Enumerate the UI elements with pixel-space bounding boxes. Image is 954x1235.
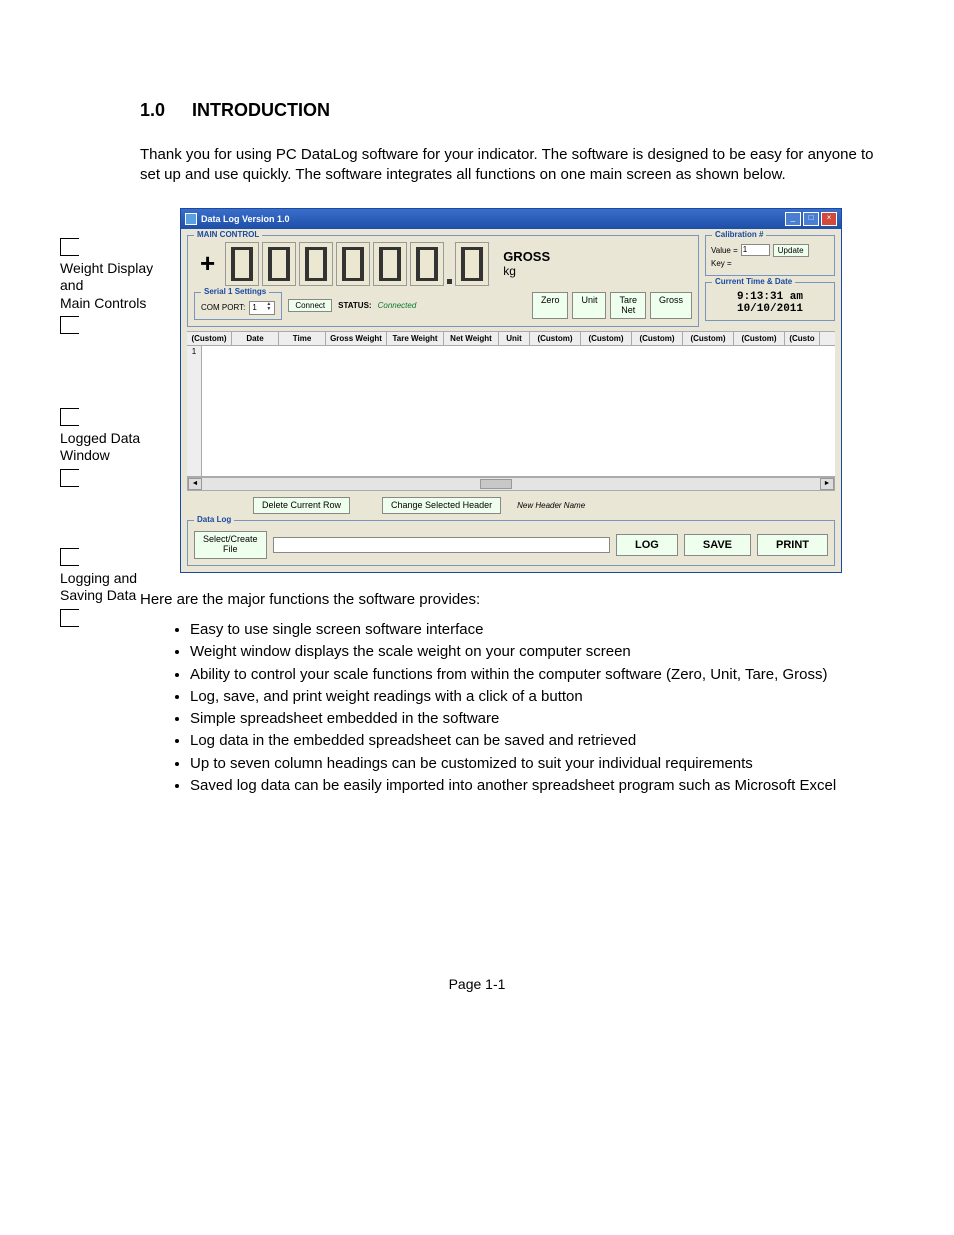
select-file-button[interactable]: Select/CreateFile <box>194 531 267 559</box>
decimal-dot <box>447 279 452 284</box>
timedate-label: Current Time & Date <box>712 277 795 286</box>
horizontal-scrollbar[interactable]: ◄ ► <box>187 477 835 491</box>
minimize-button[interactable]: _ <box>785 212 801 226</box>
window-title: Data Log Version 1.0 <box>201 214 785 224</box>
scroll-left-arrow[interactable]: ◄ <box>188 478 202 490</box>
timedate-group: Current Time & Date 9:13:31 am 10/10/201… <box>705 282 835 321</box>
save-button[interactable]: SAVE <box>684 534 751 556</box>
calib-value-input[interactable]: 1 <box>741 244 770 256</box>
column-header[interactable]: Unit <box>499 332 530 345</box>
maximize-button[interactable]: □ <box>803 212 819 226</box>
serial-group-label: Serial 1 Settings <box>201 287 269 296</box>
datalog-label: Data Log <box>194 515 234 524</box>
digit <box>299 242 333 286</box>
column-header[interactable]: Net Weight <box>444 332 499 345</box>
com-port-label: COM PORT: <box>201 303 245 312</box>
status-label: STATUS: <box>338 301 371 310</box>
feature-item: Simple spreadsheet embedded in the softw… <box>190 709 894 729</box>
callout-column: Weight Display andMain Controls Logged D… <box>60 208 180 574</box>
close-button[interactable]: × <box>821 212 837 226</box>
page-footer: Page 1-1 <box>60 976 894 992</box>
column-header[interactable]: (Custom) <box>530 332 581 345</box>
update-button[interactable]: Update <box>773 244 809 257</box>
section-number: 1.0 <box>140 100 192 121</box>
main-control-label: MAIN CONTROL <box>194 230 262 239</box>
status-value: Connected <box>378 301 417 310</box>
feature-item: Ability to control your scale functions … <box>190 665 894 685</box>
calib-value-label: Value = <box>711 246 738 255</box>
current-date: 10/10/2011 <box>711 303 829 315</box>
weight-sign: + <box>200 248 215 279</box>
section-heading: 1.0 INTRODUCTION <box>140 100 894 121</box>
change-header-button[interactable]: Change Selected Header <box>382 497 501 515</box>
scroll-right-arrow[interactable]: ► <box>820 478 834 490</box>
zero-button[interactable]: Zero <box>532 292 569 320</box>
serial-settings-group: Serial 1 Settings COM PORT: 1 ▲▼ <box>194 292 282 320</box>
digit <box>455 242 489 286</box>
data-grid: (Custom)DateTimeGross WeightTare WeightN… <box>187 331 835 491</box>
digit <box>336 242 370 286</box>
gross-label: GROSS <box>503 249 550 264</box>
title-bar: Data Log Version 1.0 _ □ × <box>181 209 841 229</box>
new-header-label: New Header Name <box>517 501 585 510</box>
column-header[interactable]: (Custom) <box>683 332 734 345</box>
scroll-thumb[interactable] <box>480 479 512 489</box>
app-window: Data Log Version 1.0 _ □ × MAIN CONTROL … <box>180 208 842 574</box>
section-title: INTRODUCTION <box>192 100 330 121</box>
main-control-group: MAIN CONTROL + <box>187 235 699 327</box>
column-header[interactable]: (Custom) <box>734 332 785 345</box>
digit <box>410 242 444 286</box>
column-header[interactable]: Tare Weight <box>387 332 444 345</box>
calibration-group: Calibration # Value = 1 Update Key = <box>705 235 835 276</box>
features-intro: Here are the major functions the softwar… <box>140 591 894 608</box>
digit <box>262 242 296 286</box>
callout-1: Weight Display andMain Controls <box>60 260 180 313</box>
feature-item: Up to seven column headings can be custo… <box>190 754 894 774</box>
feature-item: Weight window displays the scale weight … <box>190 642 894 662</box>
datalog-group: Data Log Select/CreateFile LOG SAVE PRIN… <box>187 520 835 566</box>
calibration-label: Calibration # <box>712 230 766 239</box>
delete-row-button[interactable]: Delete Current Row <box>253 497 350 515</box>
file-path-input[interactable] <box>273 537 610 553</box>
tare-button[interactable]: TareNet <box>610 292 646 320</box>
unit-button[interactable]: Unit <box>572 292 606 320</box>
column-header[interactable]: (Custom) <box>187 332 232 345</box>
calib-key-label: Key = <box>711 259 732 268</box>
feature-item: Saved log data can be easily imported in… <box>190 776 894 796</box>
column-header[interactable]: Gross Weight <box>326 332 387 345</box>
digit <box>225 242 259 286</box>
feature-item: Easy to use single screen software inter… <box>190 620 894 640</box>
weight-display <box>225 242 489 286</box>
features-list: Easy to use single screen software inter… <box>190 620 894 796</box>
digit <box>373 242 407 286</box>
gross-button[interactable]: Gross <box>650 292 692 320</box>
column-header[interactable]: (Custom) <box>632 332 683 345</box>
connect-button[interactable]: Connect <box>288 299 332 312</box>
callout-3: Logging and Saving Data <box>60 570 180 605</box>
feature-item: Log data in the embedded spreadsheet can… <box>190 731 894 751</box>
com-port-spinner[interactable]: 1 ▲▼ <box>249 301 275 315</box>
log-button[interactable]: LOG <box>616 534 678 556</box>
unit-label: kg <box>503 264 550 278</box>
feature-item: Log, save, and print weight readings wit… <box>190 687 894 707</box>
print-button[interactable]: PRINT <box>757 534 828 556</box>
current-time: 9:13:31 am <box>711 291 829 303</box>
column-header[interactable]: Date <box>232 332 279 345</box>
callout-2: Logged Data Window <box>60 430 180 465</box>
column-header[interactable]: Time <box>279 332 326 345</box>
column-header[interactable]: (Custom) <box>581 332 632 345</box>
intro-paragraph: Thank you for using PC DataLog software … <box>140 145 894 186</box>
app-icon <box>185 213 197 225</box>
row-number: 1 <box>187 346 202 476</box>
column-header[interactable]: (Custo <box>785 332 820 345</box>
